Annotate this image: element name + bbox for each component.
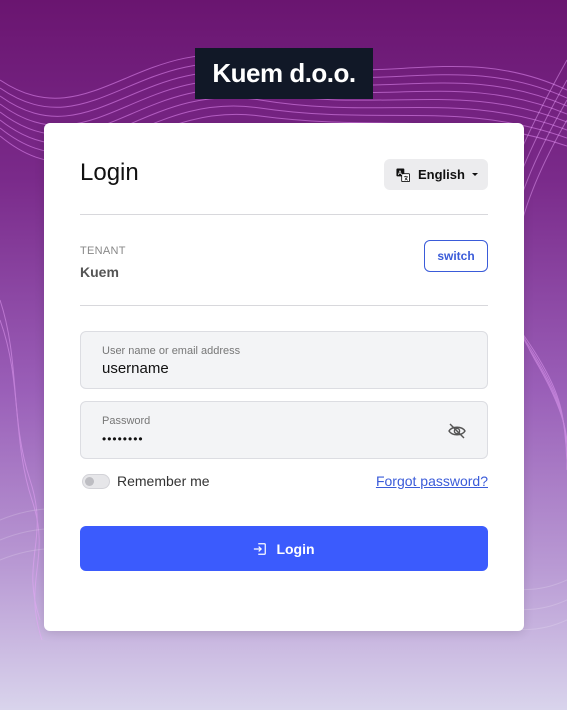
divider (80, 305, 488, 306)
eye-slash-icon[interactable] (447, 421, 467, 441)
tenant-label: TENANT (80, 245, 126, 257)
forgot-password-link[interactable]: Forgot password? (376, 473, 488, 489)
translate-icon: A (396, 167, 410, 182)
username-field[interactable]: User name or email address username (80, 331, 488, 389)
password-field[interactable]: Password •••••••• (80, 401, 488, 459)
username-label: User name or email address (102, 345, 241, 357)
chevron-down-icon (471, 173, 478, 176)
login-button-label: Login (276, 540, 315, 557)
username-value: username (102, 360, 169, 377)
password-value: •••••••• (102, 432, 144, 446)
sign-in-icon (254, 542, 267, 555)
brand-logo: Kuem d.o.o. (195, 48, 373, 99)
login-card: Login A English TENANT Kuem switch User … (44, 123, 524, 631)
page-title: Login (80, 159, 139, 186)
switch-tenant-button[interactable]: switch (424, 240, 488, 272)
brand-name: Kuem d.o.o. (212, 58, 356, 88)
divider (80, 214, 488, 215)
password-label: Password (102, 415, 151, 427)
remember-me-toggle[interactable] (82, 474, 110, 489)
login-button[interactable]: Login (80, 526, 488, 571)
remember-me-label: Remember me (117, 473, 210, 489)
language-label: English (418, 167, 465, 182)
tenant-value: Kuem (80, 264, 119, 280)
language-dropdown[interactable]: A English (384, 159, 488, 190)
toggle-knob (85, 477, 94, 486)
